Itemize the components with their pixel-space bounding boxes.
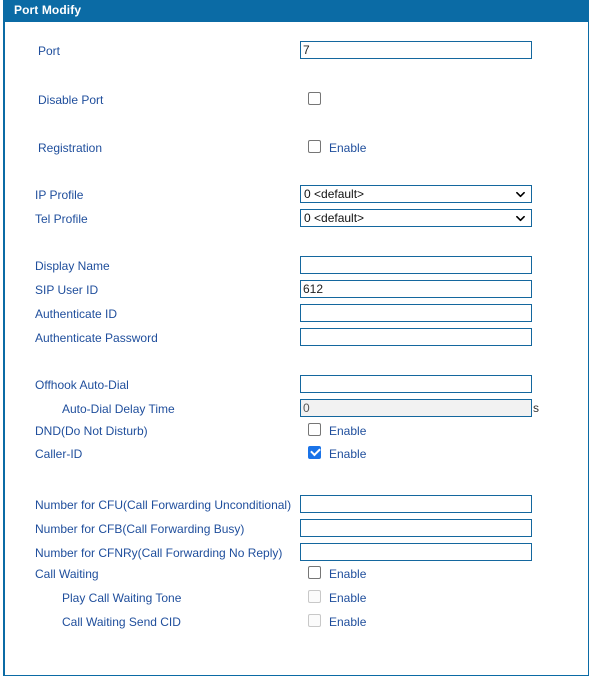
- check-icon: [310, 445, 321, 457]
- input-port[interactable]: [300, 41, 532, 59]
- checkbox-wrap-play-call-waiting-tone: Enable: [308, 589, 508, 607]
- form-row-display-name: Display Name: [5, 256, 588, 278]
- select-tel-profile[interactable]: 0 <default>: [300, 209, 532, 227]
- port-modify-page: Port Modify Port Disable Port Registration…: [0, 0, 600, 680]
- form-row-caller-id: Caller-ID Enable: [5, 444, 588, 466]
- input-number-for-cfnry-call-forwarding-no-reply[interactable]: [300, 543, 532, 561]
- label-number-for-cfu-call-forwarding-unconditional: Number for CFU(Call Forwarding Unconditi…: [35, 498, 292, 512]
- select-wrap-ip-profile: 0 <default>: [5, 185, 588, 203]
- form-row-number-for-cfnry-call-forwarding-no-reply: Number for CFNRy(Call Forwarding No Repl…: [5, 543, 588, 565]
- form-row-call-waiting: Call Waiting Enable: [5, 564, 588, 586]
- input-number-for-cfb-call-forwarding-busy[interactable]: [300, 519, 532, 537]
- label-caller-id: Caller-ID: [35, 447, 83, 461]
- label-authenticate-id: Authenticate ID: [35, 307, 118, 321]
- form-row-registration: Registration Enable: [5, 138, 588, 160]
- checkbox-wrap-disable-port[interactable]: [308, 91, 508, 109]
- label-display-name: Display Name: [35, 259, 110, 273]
- form-row-tel-profile: Tel Profile 0 <default>: [5, 209, 588, 231]
- input-sip-user-id[interactable]: [300, 280, 532, 298]
- label-auto-dial-delay-time: Auto-Dial Delay Time: [62, 402, 175, 416]
- input-number-for-cfu-call-forwarding-unconditional[interactable]: [300, 495, 532, 513]
- form-row-dnd-do-not-disturb: DND(Do Not Disturb) Enable: [5, 421, 588, 443]
- checkbox-dnd-do-not-disturb[interactable]: [308, 423, 321, 436]
- form-row-port: Port: [5, 41, 588, 63]
- form-row-authenticate-password: Authenticate Password: [5, 328, 588, 350]
- label-dnd-do-not-disturb: DND(Do Not Disturb): [35, 424, 148, 438]
- form-row-number-for-cfu-call-forwarding-unconditional: Number for CFU(Call Forwarding Unconditi…: [5, 495, 588, 517]
- form-row-sip-user-id: SIP User ID: [5, 280, 588, 302]
- input-display-name[interactable]: [300, 256, 532, 274]
- label-authenticate-password: Authenticate Password: [35, 331, 158, 345]
- checkbox-caller-id[interactable]: [308, 445, 321, 459]
- form-row-play-call-waiting-tone: Play Call Waiting Tone Enable: [5, 588, 588, 610]
- window-titlebar: Port Modify: [3, 0, 589, 22]
- form-row-offhook-auto-dial: Offhook Auto-Dial: [5, 375, 588, 397]
- label-play-call-waiting-tone: Play Call Waiting Tone: [62, 591, 182, 605]
- unit-auto-dial-delay-time: s: [533, 401, 539, 415]
- label-registration: Registration: [38, 141, 103, 155]
- checkbox-wrap-dnd-do-not-disturb[interactable]: Enable: [308, 422, 508, 440]
- form-row-ip-profile: IP Profile 0 <default>: [5, 185, 588, 207]
- checkbox-play-call-waiting-tone: [308, 590, 321, 603]
- label-offhook-auto-dial: Offhook Auto-Dial: [35, 378, 129, 392]
- form-row-auto-dial-delay-time: Auto-Dial Delay Time s: [5, 399, 588, 421]
- page-title: Port Modify: [14, 3, 82, 17]
- checkbox-call-waiting-send-cid: [308, 614, 321, 627]
- form-row-authenticate-id: Authenticate ID: [5, 304, 588, 326]
- checkbox-call-waiting[interactable]: [308, 566, 321, 579]
- checkbox-wrap-caller-id[interactable]: Enable: [308, 445, 508, 463]
- label-port: Port: [38, 44, 61, 58]
- checkbox-option-label-dnd-do-not-disturb: Enable: [329, 424, 367, 438]
- input-offhook-auto-dial[interactable]: [300, 375, 532, 393]
- form-row-disable-port: Disable Port: [5, 90, 588, 112]
- checkbox-option-label-call-waiting: Enable: [329, 567, 367, 581]
- label-number-for-cfnry-call-forwarding-no-reply: Number for CFNRy(Call Forwarding No Repl…: [35, 546, 283, 560]
- label-call-waiting-send-cid: Call Waiting Send CID: [62, 615, 181, 629]
- checkbox-option-label-call-waiting-send-cid: Enable: [329, 615, 367, 629]
- label-call-waiting: Call Waiting: [35, 567, 99, 581]
- select-wrap-tel-profile: 0 <default>: [5, 209, 588, 227]
- checkbox-option-label-caller-id: Enable: [329, 447, 367, 461]
- input-authenticate-password[interactable]: [300, 328, 532, 346]
- input-authenticate-id[interactable]: [300, 304, 532, 322]
- checkbox-wrap-call-waiting[interactable]: Enable: [308, 565, 508, 583]
- port-modify-form: Port Disable Port Registration Enable IP Pro…: [5, 22, 588, 675]
- label-number-for-cfb-call-forwarding-busy: Number for CFB(Call Forwarding Busy): [35, 522, 245, 536]
- label-sip-user-id: SIP User ID: [35, 283, 99, 297]
- checkbox-wrap-registration[interactable]: Enable: [308, 139, 508, 157]
- label-disable-port: Disable Port: [38, 93, 104, 107]
- checkbox-disable-port[interactable]: [308, 92, 321, 105]
- select-ip-profile[interactable]: 0 <default>: [300, 185, 532, 203]
- form-row-call-waiting-send-cid: Call Waiting Send CID Enable: [5, 612, 588, 634]
- checkbox-registration[interactable]: [308, 140, 321, 153]
- checkbox-option-label-registration: Enable: [329, 141, 367, 155]
- checkbox-option-label-play-call-waiting-tone: Enable: [329, 591, 367, 605]
- form-row-number-for-cfb-call-forwarding-busy: Number for CFB(Call Forwarding Busy): [5, 519, 588, 541]
- input-auto-dial-delay-time: [300, 399, 532, 417]
- checkbox-wrap-call-waiting-send-cid: Enable: [308, 613, 508, 631]
